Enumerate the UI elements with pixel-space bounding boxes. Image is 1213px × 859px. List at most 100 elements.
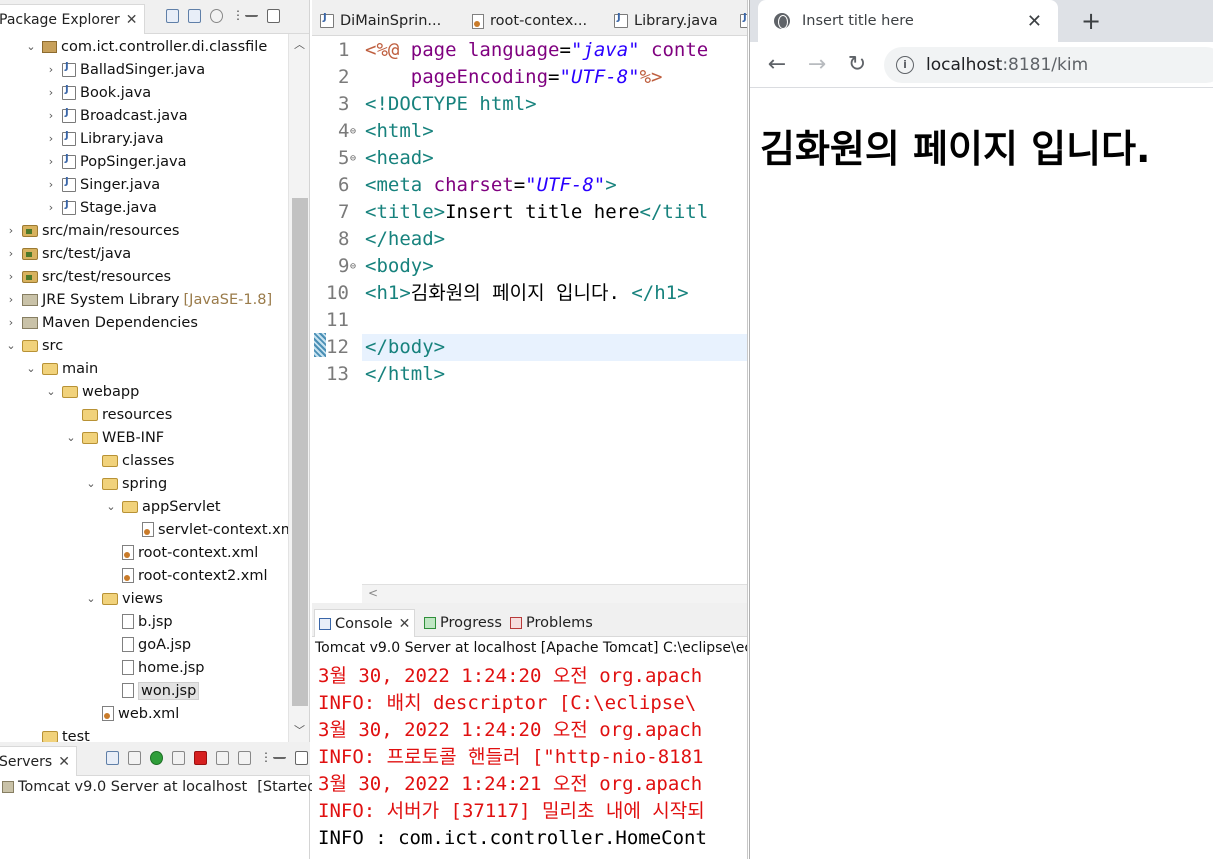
expand-chevron-icon[interactable]: › <box>44 201 58 214</box>
tree-item[interactable]: ⌄ com.ict.controller.di.classfile <box>24 35 267 58</box>
fold-toggle-icon[interactable]: ⊖ <box>350 253 356 280</box>
code-line[interactable]: </head> <box>362 226 747 253</box>
collapse-chevron-icon[interactable]: ⌄ <box>84 592 98 605</box>
expand-chevron-icon[interactable]: › <box>4 224 18 237</box>
code-area[interactable]: <%@ page language="java" conte pageEncod… <box>362 36 747 584</box>
tree-item[interactable]: › Stage.java <box>44 196 157 219</box>
tree-item[interactable]: › Library.java <box>44 127 164 150</box>
expand-chevron-icon[interactable]: › <box>44 178 58 191</box>
fold-toggle-icon[interactable]: ⊖ <box>350 118 356 145</box>
tree-item[interactable]: ⌄ views <box>84 587 163 610</box>
new-server-icon[interactable] <box>106 751 119 765</box>
close-icon[interactable]: ✕ <box>399 616 411 632</box>
forward-arrow-icon[interactable]: → <box>804 52 830 78</box>
stop-server-icon[interactable] <box>194 751 207 765</box>
close-tab-icon[interactable]: ✕ <box>1027 11 1042 32</box>
editor-tab-library[interactable]: Library.java <box>614 6 718 36</box>
expand-chevron-icon[interactable]: › <box>44 155 58 168</box>
tree-item[interactable]: ⌄ WEB-INF <box>64 426 164 449</box>
tree-item[interactable]: classes <box>84 449 174 472</box>
tree-item[interactable]: test <box>24 725 90 742</box>
minimize-icon[interactable] <box>245 9 258 17</box>
code-line[interactable]: <head> <box>362 145 747 172</box>
tree-vertical-scrollbar[interactable]: ︿ ﹀ <box>288 34 309 742</box>
collapse-all-icon[interactable] <box>166 9 179 23</box>
collapse-chevron-icon[interactable]: ⌄ <box>24 40 38 53</box>
editor-horizontal-scrollbar[interactable]: < <box>362 584 747 603</box>
code-line[interactable]: </body> <box>362 334 747 361</box>
editor-tab-dimainspring[interactable]: DiMainSprin... <box>320 6 441 36</box>
address-bar[interactable]: i localhost:8181/kim <box>884 47 1213 83</box>
maximize-icon[interactable] <box>267 9 280 23</box>
tree-item[interactable]: › src/test/java <box>4 242 131 265</box>
tree-item[interactable]: ⌄ webapp <box>44 380 139 403</box>
tree-item[interactable]: › Singer.java <box>44 173 160 196</box>
reload-icon[interactable]: ↻ <box>844 52 870 78</box>
collapse-chevron-icon[interactable]: ⌄ <box>24 362 38 375</box>
publish-icon[interactable] <box>216 751 229 765</box>
tree-item[interactable]: root-context.xml <box>104 541 258 564</box>
tree-item[interactable]: › PopSinger.java <box>44 150 187 173</box>
scrollbar-thumb[interactable] <box>292 198 308 706</box>
scroll-up-icon[interactable]: ︿ <box>294 36 305 52</box>
tree-item[interactable]: ⌄ main <box>24 357 98 380</box>
code-line[interactable]: <%@ page language="java" conte <box>362 37 747 64</box>
new-tab-button[interactable]: + <box>1076 6 1106 36</box>
code-line[interactable]: </html> <box>362 361 747 388</box>
tab-progress[interactable]: Progress <box>424 609 502 637</box>
minimize-icon[interactable] <box>273 751 286 759</box>
tab-problems[interactable]: Problems <box>510 609 593 637</box>
view-menu-icon[interactable]: ⋮ <box>232 9 244 23</box>
scroll-down-icon[interactable]: ﹀ <box>294 722 305 738</box>
editor-tab-overflow[interactable] <box>740 6 747 36</box>
tree-item[interactable]: won.jsp <box>104 679 200 702</box>
server-entry[interactable]: Tomcat v9.0 Server at localhost [Started… <box>0 776 335 798</box>
browser-tab[interactable]: Insert title here ✕ <box>758 0 1058 42</box>
expand-chevron-icon[interactable]: › <box>44 132 58 145</box>
expand-chevron-icon[interactable]: › <box>44 63 58 76</box>
tree-item[interactable]: ⌄ src <box>4 334 63 357</box>
profile-server-icon[interactable] <box>172 751 185 765</box>
clean-icon[interactable] <box>238 751 251 765</box>
expand-chevron-icon[interactable]: › <box>44 86 58 99</box>
code-line[interactable]: <html> <box>362 118 747 145</box>
tree-item[interactable]: b.jsp <box>104 610 173 633</box>
tree-item[interactable]: › Maven Dependencies <box>4 311 198 334</box>
link-with-editor-icon[interactable] <box>188 9 201 23</box>
tree-item[interactable]: › JRE System Library [JavaSE-1.8] <box>4 288 272 311</box>
expand-chevron-icon[interactable]: › <box>44 109 58 122</box>
tree-item[interactable]: web.xml <box>84 702 179 725</box>
code-line[interactable] <box>362 307 747 334</box>
tree-item[interactable]: › src/main/resources <box>4 219 180 242</box>
collapse-chevron-icon[interactable]: ⌄ <box>84 477 98 490</box>
start-server-icon[interactable] <box>150 751 163 765</box>
tree-item[interactable]: root-context2.xml <box>104 564 268 587</box>
filter-icon[interactable] <box>210 9 223 23</box>
code-line[interactable]: <!DOCTYPE html> <box>362 91 747 118</box>
code-line[interactable]: <meta charset="UTF-8"> <box>362 172 747 199</box>
servers-tab[interactable]: Servers ✕ <box>0 746 77 776</box>
expand-chevron-icon[interactable]: › <box>4 293 18 306</box>
code-line[interactable]: <body> <box>362 253 747 280</box>
expand-chevron-icon[interactable]: › <box>4 316 18 329</box>
view-menu-icon[interactable]: ⋮ <box>260 751 272 765</box>
code-line[interactable]: <title>Insert title here</titl <box>362 199 747 226</box>
maximize-icon[interactable] <box>295 751 308 765</box>
tree-item[interactable]: ⌄ spring <box>84 472 167 495</box>
code-line[interactable]: <h1>김화원의 페이지 입니다. </h1> <box>362 280 747 307</box>
collapse-chevron-icon[interactable]: ⌄ <box>4 339 18 352</box>
tree-item[interactable]: › Broadcast.java <box>44 104 188 127</box>
tree-item[interactable]: ⌄ appServlet <box>104 495 220 518</box>
collapse-chevron-icon[interactable]: ⌄ <box>104 500 118 513</box>
tree-item[interactable]: goA.jsp <box>104 633 191 656</box>
fold-toggle-icon[interactable]: ⊖ <box>350 145 356 172</box>
tree-item[interactable]: servlet-context.xml <box>124 518 288 541</box>
tree-item[interactable]: › src/test/resources <box>4 265 171 288</box>
debug-server-icon[interactable] <box>128 751 141 765</box>
tree-item[interactable]: resources <box>64 403 172 426</box>
tree-item[interactable]: › Book.java <box>44 81 151 104</box>
editor-tab-root-context[interactable]: root-contex... <box>472 6 587 36</box>
tab-console[interactable]: Console ✕ <box>314 609 416 637</box>
scroll-left-icon[interactable]: < <box>368 586 378 600</box>
expand-chevron-icon[interactable]: › <box>4 247 18 260</box>
